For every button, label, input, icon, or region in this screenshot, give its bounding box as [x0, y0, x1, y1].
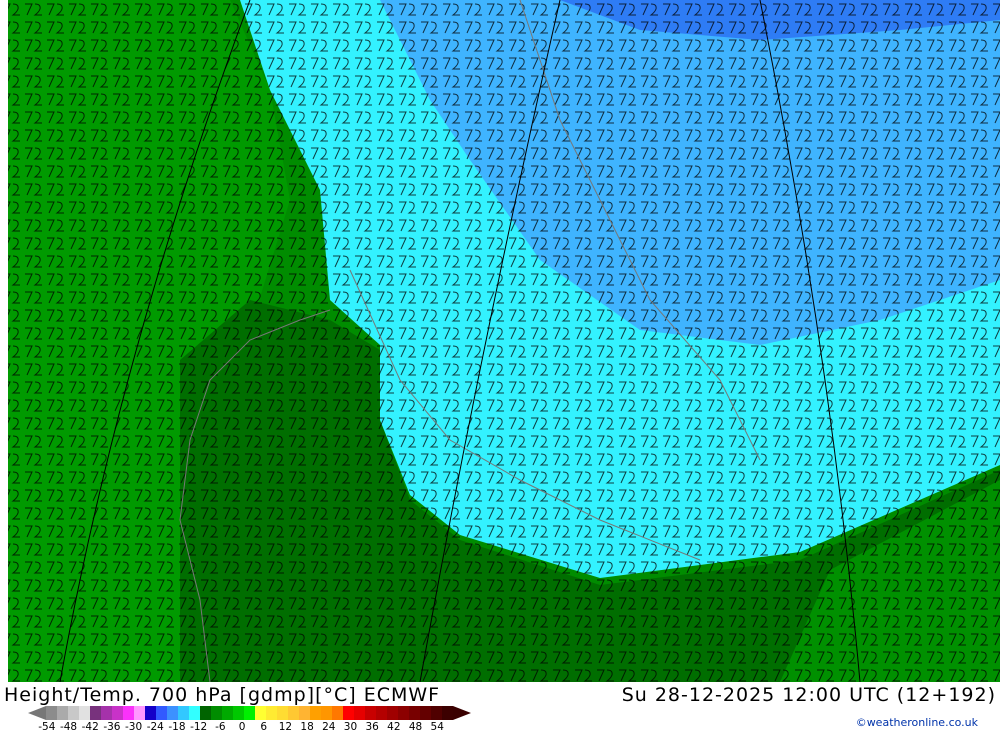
color-legend [28, 706, 471, 720]
legend-swatch [79, 706, 90, 720]
legend-arrow-left [28, 706, 46, 720]
legend-swatch [57, 706, 68, 720]
legend-swatch [299, 706, 310, 720]
legend-swatch [123, 706, 134, 720]
legend-swatch [277, 706, 288, 720]
legend-tick-label: 48 [408, 721, 423, 733]
weather-map [8, 0, 1000, 682]
legend-tick-label: -18 [168, 721, 186, 733]
value-labels-layer [8, 0, 1000, 682]
legend-color-bar [46, 706, 453, 720]
legend-swatch [145, 706, 156, 720]
legend-tick-label: 12 [278, 721, 293, 733]
legend-tick-label: -12 [190, 721, 208, 733]
legend-swatch [354, 706, 365, 720]
legend-tick-label: 36 [365, 721, 379, 733]
legend-swatch [90, 706, 101, 720]
legend-tick-label: 54 [430, 721, 444, 733]
legend-swatch [244, 706, 255, 720]
credit-link[interactable]: ©weatheronline.co.uk [856, 716, 978, 729]
legend-swatch [189, 706, 200, 720]
legend-tick-label: 18 [300, 721, 314, 733]
legend-swatch [101, 706, 112, 720]
legend-swatch [233, 706, 244, 720]
legend-swatch [112, 706, 123, 720]
legend-tick-label: 0 [238, 721, 246, 733]
legend-swatch [398, 706, 409, 720]
legend-swatch [68, 706, 79, 720]
legend-tick-label: -54 [38, 721, 56, 733]
legend-swatch [431, 706, 442, 720]
legend-swatch [266, 706, 277, 720]
legend-swatch [376, 706, 387, 720]
valid-time: Su 28-12-2025 12:00 UTC (12+192) [621, 684, 996, 706]
legend-ticks: -54 -48 -42 -36 -30 -24 -18 -12 -6 0 6 12 18 24 30 36 42… [36, 721, 448, 733]
legend-tick-label: -24 [146, 721, 164, 733]
legend-tick-label: 6 [260, 721, 268, 733]
legend-tick-label: -30 [125, 721, 143, 733]
legend-swatch [288, 706, 299, 720]
legend-swatch [211, 706, 222, 720]
legend-swatch [156, 706, 167, 720]
map-title: Height/Temp. 700 hPa [gdmp][°C] ECMWF [4, 684, 441, 706]
legend-swatch [387, 706, 398, 720]
legend-swatch [409, 706, 420, 720]
legend-swatch [420, 706, 431, 720]
legend-tick-label: -48 [59, 721, 78, 733]
legend-arrow-right [453, 706, 471, 720]
legend-swatch [310, 706, 321, 720]
legend-swatch [178, 706, 189, 720]
legend-tick-label: -36 [103, 721, 121, 733]
legend-swatch [365, 706, 376, 720]
legend-swatch [255, 706, 266, 720]
legend-swatch [442, 706, 453, 720]
legend-swatch [46, 706, 57, 720]
legend-swatch [222, 706, 233, 720]
legend-swatch [343, 706, 354, 720]
legend-tick-label: -6 [215, 721, 226, 733]
legend-tick-label: 42 [387, 721, 401, 733]
legend-swatch [134, 706, 145, 720]
legend-swatch [200, 706, 211, 720]
legend-swatch [332, 706, 343, 720]
legend-tick-label: 30 [343, 721, 358, 733]
legend-tick-label: -42 [81, 721, 99, 733]
legend-swatch [321, 706, 332, 720]
legend-tick-label: 24 [322, 721, 336, 733]
legend-swatch [167, 706, 178, 720]
